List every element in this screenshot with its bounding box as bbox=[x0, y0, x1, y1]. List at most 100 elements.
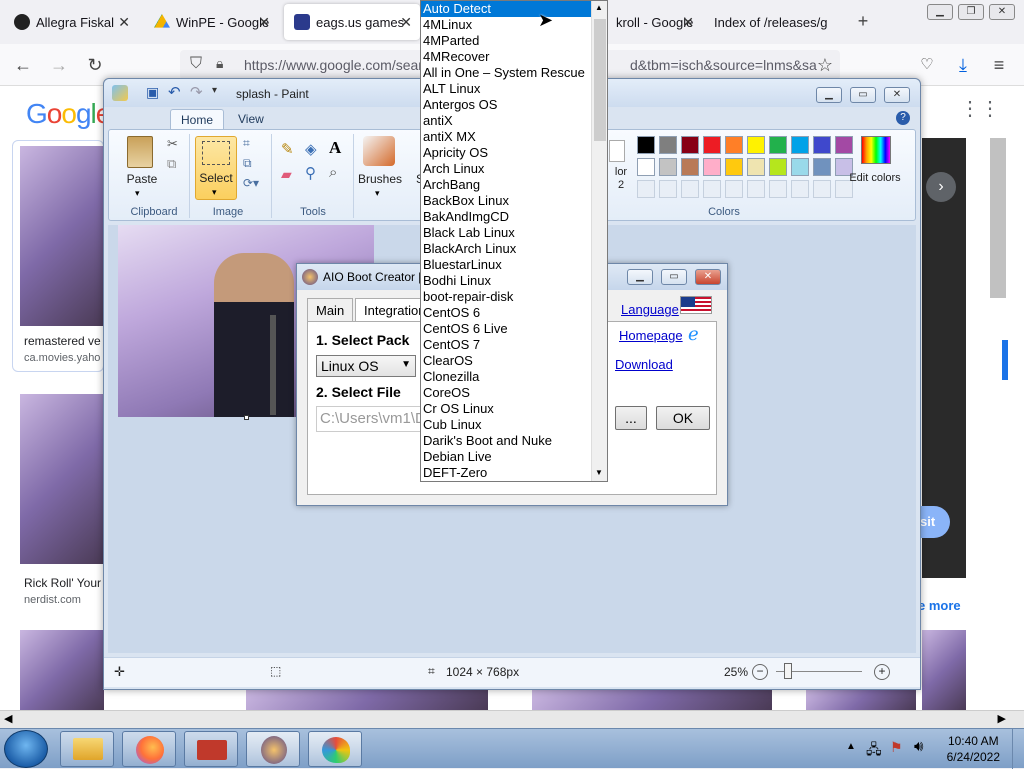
dropdown-item[interactable]: Debian Live bbox=[421, 449, 593, 465]
dropdown-item[interactable]: antiX MX bbox=[421, 129, 593, 145]
scroll-right-arrow-icon[interactable]: ▶ bbox=[998, 712, 1006, 725]
forward-arrow-icon[interactable]: → bbox=[46, 52, 72, 78]
dropdown-item[interactable]: Cub Linux bbox=[421, 417, 593, 433]
color-swatch[interactable] bbox=[813, 136, 831, 154]
color-swatch[interactable] bbox=[637, 136, 655, 154]
taskbar-explorer[interactable] bbox=[60, 731, 114, 767]
horizontal-scrollbar[interactable]: ◀ ▶ bbox=[0, 710, 1024, 728]
dropdown-item[interactable]: 4MRecover bbox=[421, 49, 593, 65]
dropdown-item[interactable]: 4MLinux bbox=[421, 17, 593, 33]
reload-icon[interactable]: ↻ bbox=[82, 52, 108, 78]
shield-icon[interactable]: ⛉ bbox=[190, 55, 202, 73]
edit-colors-button[interactable]: Edit colors bbox=[849, 172, 901, 185]
taskbar-firefox[interactable] bbox=[122, 731, 176, 767]
custom-color-slot[interactable] bbox=[791, 180, 809, 198]
dropdown-item[interactable]: DEFT-Zero bbox=[421, 465, 593, 481]
color-swatch[interactable] bbox=[747, 158, 765, 176]
menu-icon[interactable]: ≡ bbox=[986, 52, 1012, 78]
dropdown-item[interactable]: Antergos OS bbox=[421, 97, 593, 113]
taskbar-clock[interactable]: 10:40 AM 6/24/2022 bbox=[947, 733, 1000, 765]
scroll-down-arrow-icon[interactable]: ▼ bbox=[595, 468, 603, 477]
image-thumbnail[interactable] bbox=[20, 146, 104, 326]
aio-close-button[interactable]: ✕ bbox=[695, 269, 721, 285]
resize-handle[interactable] bbox=[244, 415, 249, 420]
copy-icon[interactable]: ⧉ bbox=[167, 156, 176, 172]
page-scrollbar[interactable] bbox=[990, 138, 1006, 298]
tab-home[interactable]: Home bbox=[170, 109, 225, 129]
dropdown-item[interactable]: boot-repair-disk bbox=[421, 289, 593, 305]
us-flag-icon[interactable] bbox=[680, 296, 712, 314]
pocket-icon[interactable]: ♡ bbox=[914, 52, 940, 78]
dropdown-item[interactable]: Cr OS Linux bbox=[421, 401, 593, 417]
dropdown-item[interactable]: Darik's Boot and Nuke bbox=[421, 433, 593, 449]
tab-eags[interactable]: eags.us games ✕ bbox=[284, 4, 420, 40]
chevron-right-icon[interactable]: › bbox=[926, 172, 956, 202]
volume-icon[interactable]: 🔊︎ bbox=[914, 738, 923, 755]
color-swatch[interactable] bbox=[769, 136, 787, 154]
quick-access-dropdown-icon[interactable]: ▾ bbox=[212, 85, 217, 96]
dropdown-item[interactable]: CentOS 7 bbox=[421, 337, 593, 353]
brushes-dropdown-icon[interactable]: ▾ bbox=[375, 188, 380, 199]
brushes-button[interactable]: Brushes bbox=[357, 172, 403, 186]
dropdown-scrollbar[interactable]: ▲ ▼ bbox=[591, 1, 607, 481]
dropdown-item[interactable]: Bodhi Linux bbox=[421, 273, 593, 289]
rotate-icon[interactable]: ⟳▾ bbox=[243, 176, 259, 190]
taskbar-paint[interactable] bbox=[308, 731, 362, 767]
start-button[interactable] bbox=[4, 730, 48, 768]
image-thumbnail[interactable] bbox=[806, 690, 916, 710]
image-thumbnail[interactable] bbox=[246, 690, 488, 710]
eraser-icon[interactable]: ▰ bbox=[281, 166, 292, 183]
aio-tab-main[interactable]: Main bbox=[307, 298, 354, 322]
color-swatch[interactable] bbox=[681, 136, 699, 154]
result-caption[interactable]: remastered ve bbox=[24, 334, 101, 348]
dropdown-scroll-thumb[interactable] bbox=[594, 19, 606, 141]
dropdown-item[interactable]: 4MParted bbox=[421, 33, 593, 49]
dropdown-item[interactable]: Black Lab Linux bbox=[421, 225, 593, 241]
maximize-button[interactable]: ❐ bbox=[958, 4, 984, 20]
taskbar-aio-boot[interactable] bbox=[246, 731, 300, 767]
magnifier-icon[interactable]: ⌕ bbox=[329, 164, 337, 181]
dropdown-item[interactable]: CentOS 6 Live bbox=[421, 321, 593, 337]
see-more-link[interactable]: e more bbox=[918, 598, 961, 613]
cut-icon[interactable]: ✂ bbox=[167, 136, 178, 152]
image-thumbnail[interactable] bbox=[922, 630, 966, 710]
scroll-up-arrow-icon[interactable]: ▲ bbox=[595, 3, 603, 12]
close-tab-icon[interactable]: ✕ bbox=[682, 14, 694, 31]
pack-select[interactable]: Linux OS ▼ bbox=[316, 355, 416, 377]
zoom-slider-thumb[interactable] bbox=[784, 663, 792, 679]
color-swatch[interactable] bbox=[813, 158, 831, 176]
paint-maximize-button[interactable]: ▭ bbox=[850, 87, 876, 103]
dropdown-item[interactable]: ArchBang bbox=[421, 177, 593, 193]
custom-color-slot[interactable] bbox=[725, 180, 743, 198]
scroll-left-arrow-icon[interactable]: ◀ bbox=[4, 712, 12, 725]
dropdown-item[interactable]: BackBox Linux bbox=[421, 193, 593, 209]
zoom-in-button[interactable]: + bbox=[874, 664, 890, 680]
action-center-icon[interactable]: ⚑ bbox=[890, 739, 903, 756]
lock-icon[interactable]: 🔒︎ bbox=[216, 55, 223, 72]
paste-dropdown-icon[interactable]: ▾ bbox=[135, 188, 140, 199]
taskbar-toolbox[interactable] bbox=[184, 731, 238, 767]
undo-icon[interactable]: ↶ bbox=[168, 83, 181, 101]
language-link[interactable]: Language bbox=[621, 302, 679, 317]
color-swatch[interactable] bbox=[769, 158, 787, 176]
color2-swatch[interactable] bbox=[609, 140, 625, 162]
color-swatch[interactable] bbox=[703, 136, 721, 154]
paint-app-icon[interactable] bbox=[112, 85, 128, 101]
tab-rickroll[interactable]: kroll - Google ✕ bbox=[606, 4, 702, 40]
tab-winpe[interactable]: WinPE - Google ✕ bbox=[144, 4, 278, 40]
dropdown-item[interactable]: CoreOS bbox=[421, 385, 593, 401]
save-icon[interactable]: ▣ bbox=[146, 84, 159, 101]
color-swatch[interactable] bbox=[725, 158, 743, 176]
aio-minimize-button[interactable]: ▁ bbox=[627, 269, 653, 285]
pack-dropdown-list[interactable]: Auto Detect 4MLinux 4MParted 4MRecover All i… bbox=[420, 0, 608, 482]
zoom-out-button[interactable]: − bbox=[752, 664, 768, 680]
image-thumbnail[interactable] bbox=[532, 690, 772, 710]
dropdown-item[interactable]: All in One – System Rescue bbox=[421, 65, 593, 81]
custom-color-slot[interactable] bbox=[637, 180, 655, 198]
color-swatch[interactable] bbox=[703, 158, 721, 176]
color-swatch[interactable] bbox=[747, 136, 765, 154]
crop-icon[interactable]: ⌗ bbox=[243, 136, 250, 151]
browse-button[interactable]: ... bbox=[615, 406, 647, 430]
close-tab-icon[interactable]: ✕ bbox=[118, 14, 130, 31]
image-thumbnail[interactable] bbox=[20, 630, 104, 710]
